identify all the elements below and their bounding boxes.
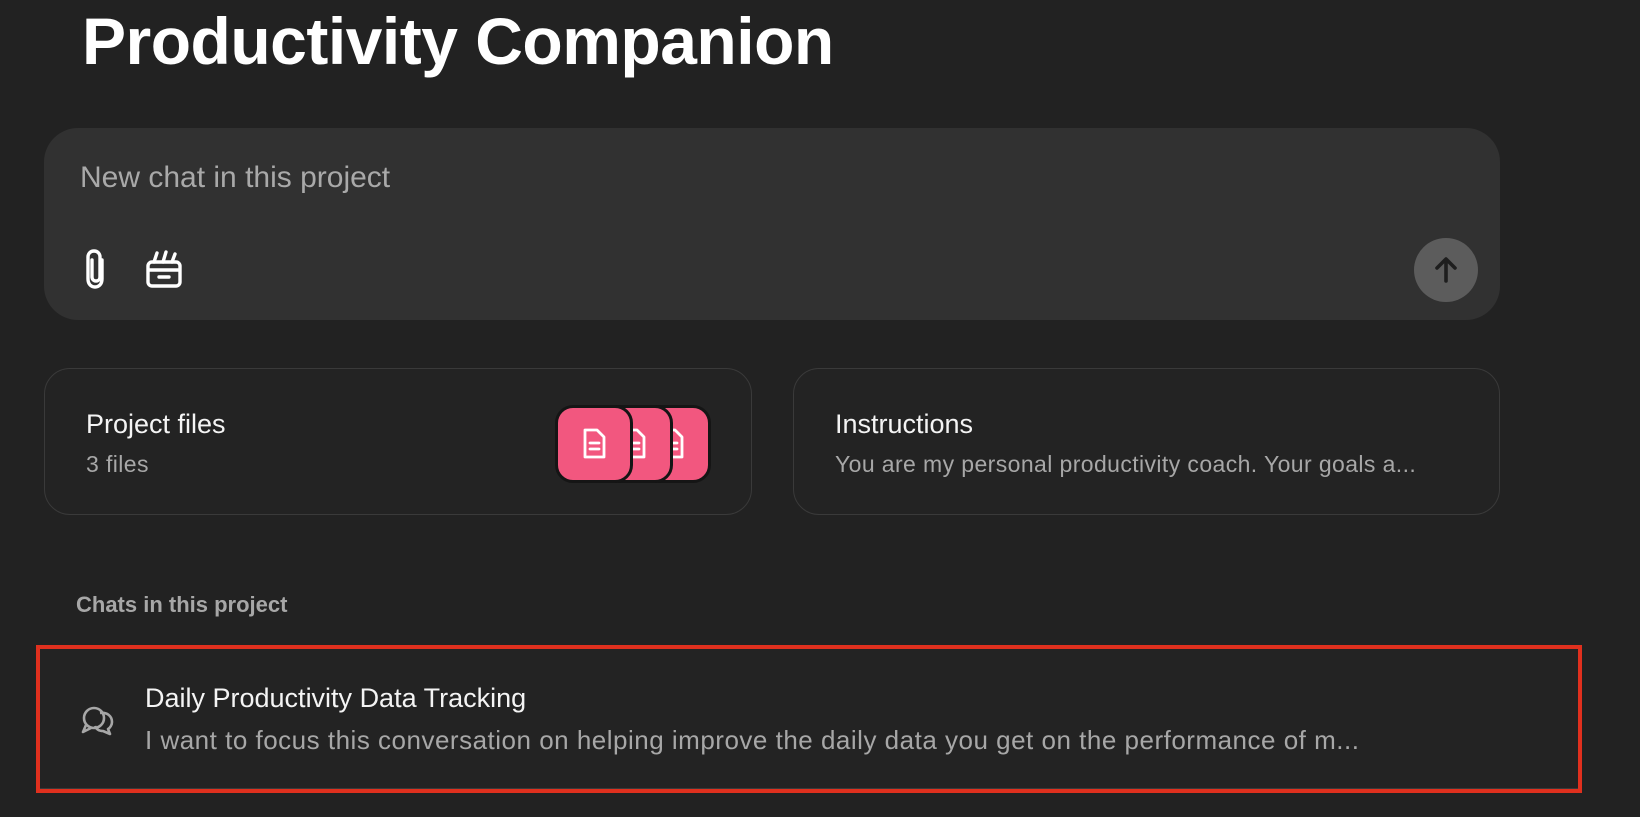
file-thumbnail-stack xyxy=(555,405,715,483)
new-chat-input[interactable] xyxy=(80,158,1280,198)
paperclip-icon[interactable] xyxy=(74,244,118,294)
instructions-title: Instructions xyxy=(835,409,974,439)
chats-section-label: Chats in this project xyxy=(76,592,288,617)
chat-list-item[interactable]: Daily Productivity Data Tracking I want … xyxy=(36,645,1582,793)
project-page: Productivity Companion Project files 3 f… xyxy=(0,0,1640,817)
chat-preview: I want to focus this conversation on hel… xyxy=(145,725,1360,755)
instructions-preview: You are my personal productivity coach. … xyxy=(835,451,1417,477)
new-chat-composer xyxy=(44,128,1500,320)
page-title: Productivity Companion xyxy=(82,4,834,78)
chat-title: Daily Productivity Data Tracking xyxy=(145,683,527,713)
project-files-title: Project files xyxy=(86,409,226,439)
project-files-count: 3 files xyxy=(86,451,149,477)
document-icon xyxy=(555,405,633,483)
divider xyxy=(40,788,1578,789)
send-button[interactable] xyxy=(1414,238,1478,302)
instructions-card[interactable]: Instructions You are my personal product… xyxy=(793,368,1500,515)
chat-bubbles-icon xyxy=(81,706,114,736)
google-drive-icon[interactable] xyxy=(142,244,186,294)
arrow-up-icon xyxy=(1435,257,1457,283)
project-files-card[interactable]: Project files 3 files xyxy=(44,368,752,515)
